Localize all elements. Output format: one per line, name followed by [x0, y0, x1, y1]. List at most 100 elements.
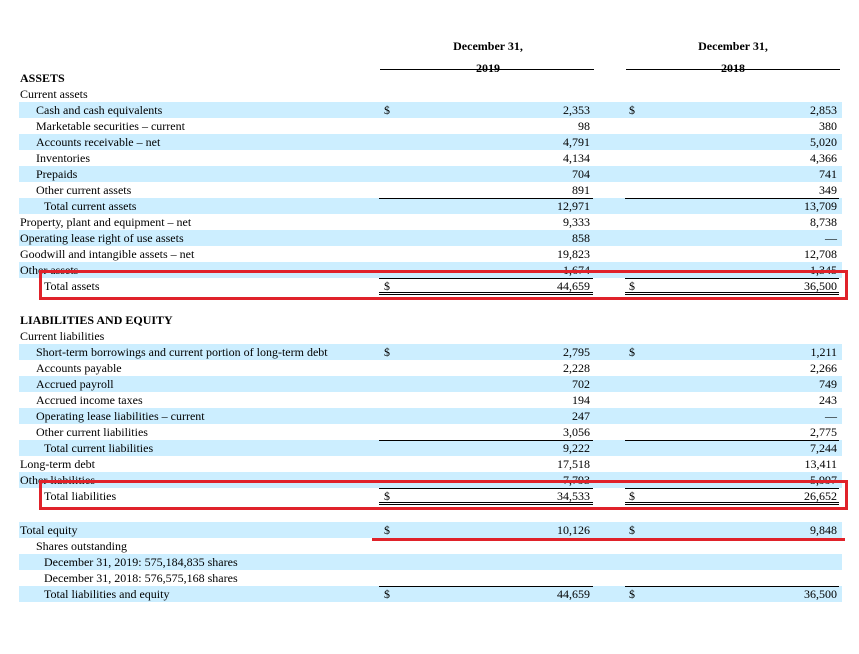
- value-2019: 12,971: [557, 199, 590, 213]
- row-operating-lease-liabilities-current: Operating lease liabilities – current 247…: [19, 408, 842, 424]
- value-2018: 2,775: [810, 425, 837, 439]
- value-2019: 4,134: [563, 151, 590, 165]
- row-total-current-liabilities: Total current liabilities 9,222 7,244: [19, 440, 842, 456]
- row-other-current-assets: Other current assets 891 349: [19, 182, 842, 198]
- value-2018: 749: [819, 377, 837, 391]
- highlight-box: [39, 270, 848, 300]
- row-label: Property, plant and equipment – net: [20, 215, 192, 229]
- value-2019: 891: [572, 183, 590, 197]
- value-2018: —: [825, 231, 837, 245]
- value-2019: 98: [578, 119, 590, 133]
- row-label: Total liabilities and equity: [44, 587, 170, 601]
- row-prepaids: Prepaids 704 741: [19, 166, 842, 182]
- row-label: Accounts payable: [36, 361, 122, 375]
- column-header-2018-line1: December 31,: [698, 39, 768, 53]
- row-label: Accrued income taxes: [36, 393, 143, 407]
- row-total-current-assets: Total current assets 12,971 13,709: [19, 198, 842, 214]
- value-2019: 4,791: [563, 135, 590, 149]
- subtotal-rule-2018: [625, 586, 839, 587]
- row-total-liabilities-and-equity: Total liabilities and equity $ $44,659 36,5…: [19, 586, 842, 602]
- value-2018: 2,266: [810, 361, 837, 375]
- row-assets: ASSETS: [19, 70, 842, 86]
- row-accounts-receivable-net: Accounts receivable – net 4,791 5,020: [19, 134, 842, 150]
- row-label: Long-term debt: [20, 457, 95, 471]
- value-2018: 7,244: [810, 441, 837, 455]
- row-liabilities-and-equity: LIABILITIES AND EQUITY: [19, 312, 842, 328]
- dollar-sign-2018: $: [629, 345, 635, 359]
- row-current-liabilities: Current liabilities: [19, 328, 842, 344]
- row-label: Current liabilities: [20, 329, 105, 343]
- dollar-sign-2019: $: [384, 345, 390, 359]
- value-2019: 704: [572, 167, 590, 181]
- row-label: Accounts receivable – net: [36, 135, 161, 149]
- value-2018: 4,366: [810, 151, 837, 165]
- row-label: Total current assets: [44, 199, 137, 213]
- row-long-term-debt: Long-term debt 17,518 13,411: [19, 456, 842, 472]
- value-2018: 9,848: [810, 523, 837, 537]
- value-2019: 858: [572, 231, 590, 245]
- highlight-box: [39, 480, 848, 510]
- value-2018: 8,738: [810, 215, 837, 229]
- row-label: Cash and cash equivalents: [36, 103, 163, 117]
- row-label: December 31, 2018: 576,575,168 shares: [44, 571, 238, 585]
- row-label: Current assets: [20, 87, 88, 101]
- value-2019: 17,518: [557, 457, 590, 471]
- row-accrued-income-taxes: Accrued income taxes 194 243: [19, 392, 842, 408]
- row-label: Prepaids: [36, 167, 78, 181]
- row-label: Operating lease liabilities – current: [36, 409, 205, 423]
- value-2019: 194: [572, 393, 590, 407]
- row-short-term-borrowings-and-current-portion-of-long-term-debt: Short-term borrowings and current portio…: [19, 344, 842, 360]
- row-current-assets: Current assets: [19, 86, 842, 102]
- value-2018: 12,708: [804, 247, 837, 261]
- row-cash-and-cash-equivalents: Cash and cash equivalents $ $2,353 2,853: [19, 102, 842, 118]
- row-label: Other current assets: [36, 183, 132, 197]
- value-2018: 1,211: [810, 345, 837, 359]
- row-label: Other current liabilities: [36, 425, 148, 439]
- value-2018: 36,500: [804, 587, 837, 601]
- value-2019: 3,056: [563, 425, 590, 439]
- row-label: ASSETS: [20, 71, 65, 85]
- value-2019: 9,222: [563, 441, 590, 455]
- column-header-2019-line1: December 31,: [453, 39, 523, 53]
- row-label: Marketable securities – current: [36, 119, 185, 133]
- value-2019: 702: [572, 377, 590, 391]
- row-label: Shares outstanding: [36, 539, 127, 553]
- subtotal-rule-2019: [379, 198, 593, 199]
- row-december-31-2018-576-575-168-shares: December 31, 2018: 576,575,168 shares: [19, 570, 842, 586]
- value-2018: —: [825, 409, 837, 423]
- dollar-sign-2018: $: [629, 523, 635, 537]
- value-2019: 2,795: [563, 345, 590, 359]
- row-label: Total equity: [20, 523, 78, 537]
- row-december-31-2019-575-184-835-shares: December 31, 2019: 575,184,835 shares: [19, 554, 842, 570]
- row-marketable-securities-current: Marketable securities – current 98 380: [19, 118, 842, 134]
- row-label: Short-term borrowings and current portio…: [36, 345, 328, 359]
- highlight-underline: [372, 538, 845, 541]
- row-goodwill-and-intangible-assets-net: Goodwill and intangible assets – net 19,8…: [19, 246, 842, 262]
- value-2019: 247: [572, 409, 590, 423]
- row-label: Operating lease right of use assets: [20, 231, 184, 245]
- row-operating-lease-right-of-use-assets: Operating lease right of use assets 858 —: [19, 230, 842, 246]
- dollar-sign-2018: $: [629, 587, 635, 601]
- subtotal-rule-2019: [379, 586, 593, 587]
- subtotal-rule-2018: [625, 198, 839, 199]
- dollar-sign-2019: $: [384, 103, 390, 117]
- dollar-sign-2019: $: [384, 523, 390, 537]
- row-label: Accrued payroll: [36, 377, 114, 391]
- value-2019: 19,823: [557, 247, 590, 261]
- dollar-sign-2019: $: [384, 587, 390, 601]
- value-2019: 2,353: [563, 103, 590, 117]
- row-property-plant-and-equipment-net: Property, plant and equipment – net 9,333…: [19, 214, 842, 230]
- value-2019: 10,126: [557, 523, 590, 537]
- value-2018: 13,709: [804, 199, 837, 213]
- value-2019: 2,228: [563, 361, 590, 375]
- row-inventories: Inventories 4,134 4,366: [19, 150, 842, 166]
- value-2018: 2,853: [810, 103, 837, 117]
- row-label: December 31, 2019: 575,184,835 shares: [44, 555, 238, 569]
- value-2019: 9,333: [563, 215, 590, 229]
- row-other-current-liabilities: Other current liabilities 3,056 2,775: [19, 424, 842, 440]
- row-label: LIABILITIES AND EQUITY: [20, 313, 173, 327]
- row-accrued-payroll: Accrued payroll 702 749: [19, 376, 842, 392]
- balance-sheet-table: ASSETS Current assets Cash and cash equiva…: [19, 70, 842, 602]
- row-label: Total current liabilities: [44, 441, 154, 455]
- value-2018: 13,411: [804, 457, 837, 471]
